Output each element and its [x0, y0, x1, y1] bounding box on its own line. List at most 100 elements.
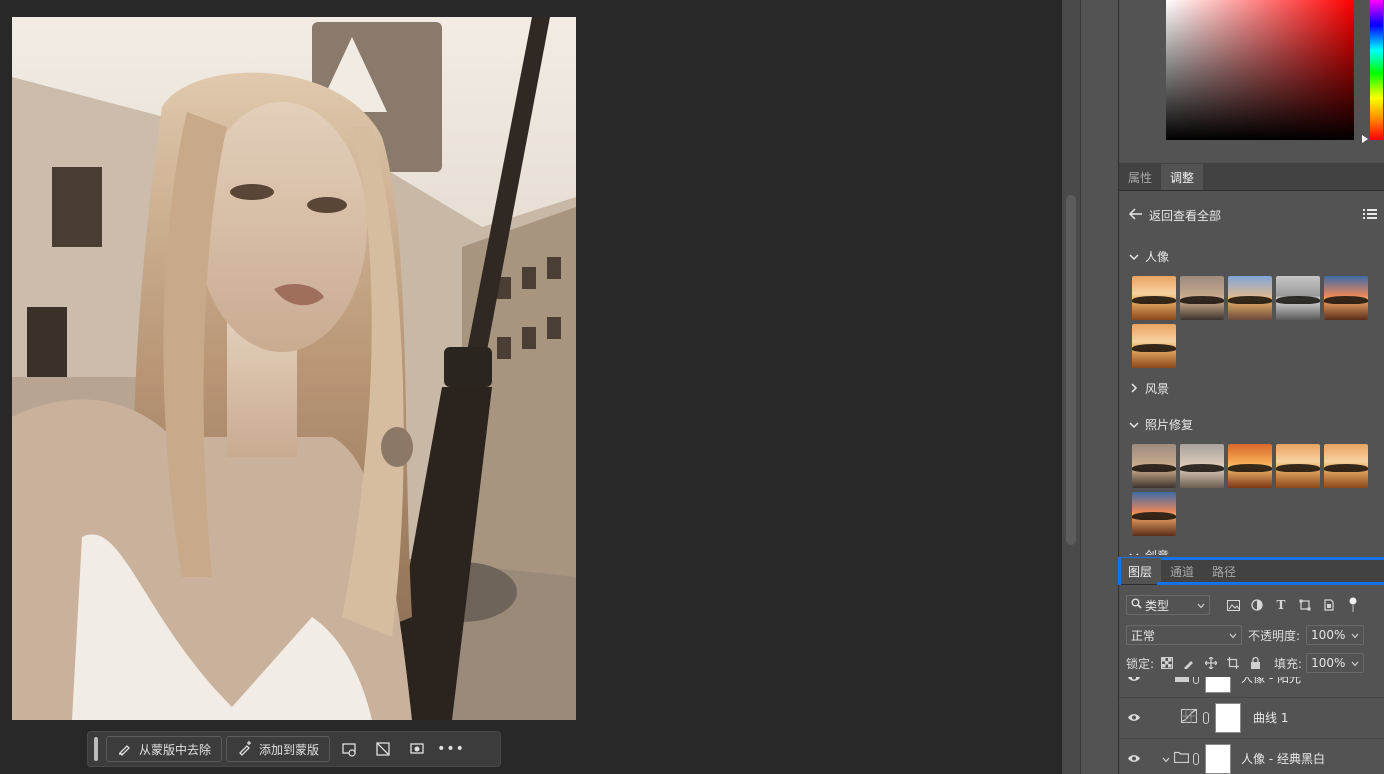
search-icon [1131, 598, 1142, 612]
fill-value: 100% [1311, 656, 1346, 670]
preset-thumbnail[interactable] [1228, 444, 1272, 488]
layer-name: 曲线 1 [1253, 711, 1289, 725]
opacity-field[interactable]: 100% [1306, 625, 1365, 645]
link-icon [1203, 711, 1209, 724]
chevron-down-icon[interactable] [1162, 752, 1170, 766]
hue-marker-icon[interactable] [1362, 135, 1368, 143]
photoshop-window: 从蒙版中去除 添加到蒙版 ••• 属性 调整 返回查看全部 人像 风景 照片修复… [0, 0, 1384, 774]
tab-channels[interactable]: 通道 [1161, 558, 1203, 584]
remove-from-mask-button[interactable]: 从蒙版中去除 [106, 736, 223, 762]
layer-row[interactable]: 曲线 1 [1119, 697, 1384, 737]
shape-filter-icon[interactable] [1296, 596, 1314, 614]
panel-focus-border [1157, 582, 1384, 585]
preset-thumbnail[interactable] [1324, 444, 1368, 488]
preset-thumbnail[interactable] [1132, 444, 1176, 488]
folder-icon [1173, 751, 1190, 766]
layer-row[interactable]: 人像 - 阳光 [1119, 677, 1384, 697]
fill-field[interactable]: 100% [1306, 653, 1365, 673]
layer-name: 人像 - 经典黑白 [1241, 752, 1325, 766]
canvas-area[interactable]: 从蒙版中去除 添加到蒙版 ••• [0, 0, 1062, 774]
section-portrait[interactable]: 人像 [1129, 248, 1169, 265]
eye-icon[interactable] [1119, 677, 1149, 682]
adjustments-panel: 返回查看全部 人像 风景 照片修复 [1119, 191, 1384, 555]
scrollbar-thumb[interactable] [1066, 195, 1076, 545]
layers-panel: 图层 通道 路径 类型 T 正常 不透明度: 100% 锁定: 填充: 100%… [1119, 557, 1384, 774]
add-to-mask-label: 添加到蒙版 [259, 742, 320, 757]
preset-thumbnail[interactable] [1180, 444, 1224, 488]
properties-tab-bar: 属性 调整 [1119, 163, 1384, 191]
more-options-button[interactable]: ••• [436, 736, 466, 762]
lock-transparent-icon[interactable] [1158, 654, 1176, 672]
tab-adjustments[interactable]: 调整 [1161, 164, 1204, 190]
type-filter-icon[interactable]: T [1272, 596, 1290, 614]
drag-handle[interactable] [94, 737, 98, 761]
chevron-down-icon [1229, 628, 1237, 642]
section-photo-restoration[interactable]: 照片修复 [1129, 416, 1193, 433]
lock-position-icon[interactable] [1202, 654, 1220, 672]
section-landscape[interactable]: 风景 [1129, 380, 1169, 397]
section-label: 照片修复 [1145, 418, 1194, 432]
section-label: 人像 [1145, 250, 1170, 264]
panel-dock-strip [1080, 0, 1118, 774]
eye-icon[interactable] [1119, 713, 1149, 722]
tab-layers[interactable]: 图层 [1119, 558, 1162, 584]
preset-thumbnail[interactable] [1132, 276, 1176, 320]
opacity-value: 100% [1311, 628, 1346, 642]
tab-paths[interactable]: 路径 [1203, 558, 1245, 584]
opacity-label: 不透明度: [1248, 628, 1301, 643]
brush-plus-icon [237, 740, 253, 759]
contextual-task-bar: 从蒙版中去除 添加到蒙版 ••• [87, 731, 501, 767]
layer-mask-thumbnail[interactable] [1215, 702, 1241, 733]
preset-thumbnail[interactable] [1324, 276, 1368, 320]
list-view-icon[interactable] [1363, 207, 1377, 224]
chevron-down-icon [1351, 628, 1359, 642]
layer-mask-thumbnail[interactable] [1205, 743, 1231, 774]
lock-all-icon[interactable] [1246, 654, 1264, 672]
mask-adjust-icon [410, 743, 424, 754]
mask-settings-icon [342, 743, 356, 757]
section-creative[interactable]: 创意 [1129, 547, 1169, 555]
preset-thumbnail[interactable] [1228, 276, 1272, 320]
blend-mode-select[interactable]: 正常 [1126, 625, 1242, 645]
portrait-photo [12, 17, 576, 720]
chevron-down-icon [1129, 418, 1139, 432]
layer-filter-select[interactable]: 类型 [1126, 595, 1210, 615]
adjustment-filter-icon[interactable] [1248, 596, 1266, 614]
tab-properties[interactable]: 属性 [1119, 164, 1161, 190]
preset-thumbnail[interactable] [1132, 492, 1176, 536]
back-to-all-link[interactable]: 返回查看全部 [1128, 207, 1222, 224]
image-filter-icon[interactable] [1224, 596, 1242, 614]
remove-from-mask-label: 从蒙版中去除 [139, 742, 212, 757]
mask-adjust-button[interactable] [402, 736, 432, 762]
layer-row[interactable]: 人像 - 经典黑白 [1119, 738, 1384, 774]
preset-thumbnail[interactable] [1276, 444, 1320, 488]
canvas-vertical-scrollbar[interactable] [1062, 0, 1080, 774]
layers-tab-bar: 图层 通道 路径 [1119, 557, 1384, 585]
smart-object-filter-icon[interactable] [1320, 596, 1338, 614]
document-image[interactable] [12, 17, 576, 720]
back-to-all-label: 返回查看全部 [1149, 209, 1222, 223]
lock-artboard-icon[interactable] [1224, 654, 1242, 672]
arrow-left-icon [1128, 208, 1143, 223]
filter-toggle-icon[interactable] [1344, 596, 1362, 614]
preset-thumbnail[interactable] [1132, 324, 1176, 368]
lock-pixels-icon[interactable] [1180, 654, 1198, 672]
preset-thumbnail[interactable] [1276, 276, 1320, 320]
hue-slider[interactable] [1370, 0, 1383, 140]
layer-thumbnail [1205, 677, 1231, 693]
layers-list[interactable]: 人像 - 阳光 曲线 1 人像 - 经典黑白 [1119, 677, 1384, 774]
lock-label: 锁定: [1126, 656, 1155, 671]
section-label: 创意 [1145, 547, 1169, 555]
section-label: 风景 [1145, 382, 1170, 396]
chevron-down-icon [1129, 549, 1139, 555]
eye-icon[interactable] [1119, 754, 1149, 763]
mask-options-button[interactable] [334, 736, 364, 762]
blend-opacity-row: 正常 不透明度: 100% [1119, 624, 1384, 646]
invert-mask-button[interactable] [368, 736, 398, 762]
brush-minus-icon [117, 740, 133, 759]
chevron-down-icon [1197, 598, 1205, 612]
fill-label: 填充: [1274, 656, 1303, 671]
add-to-mask-button[interactable]: 添加到蒙版 [226, 736, 331, 762]
preset-thumbnail[interactable] [1180, 276, 1224, 320]
color-picker-field[interactable] [1166, 0, 1354, 140]
